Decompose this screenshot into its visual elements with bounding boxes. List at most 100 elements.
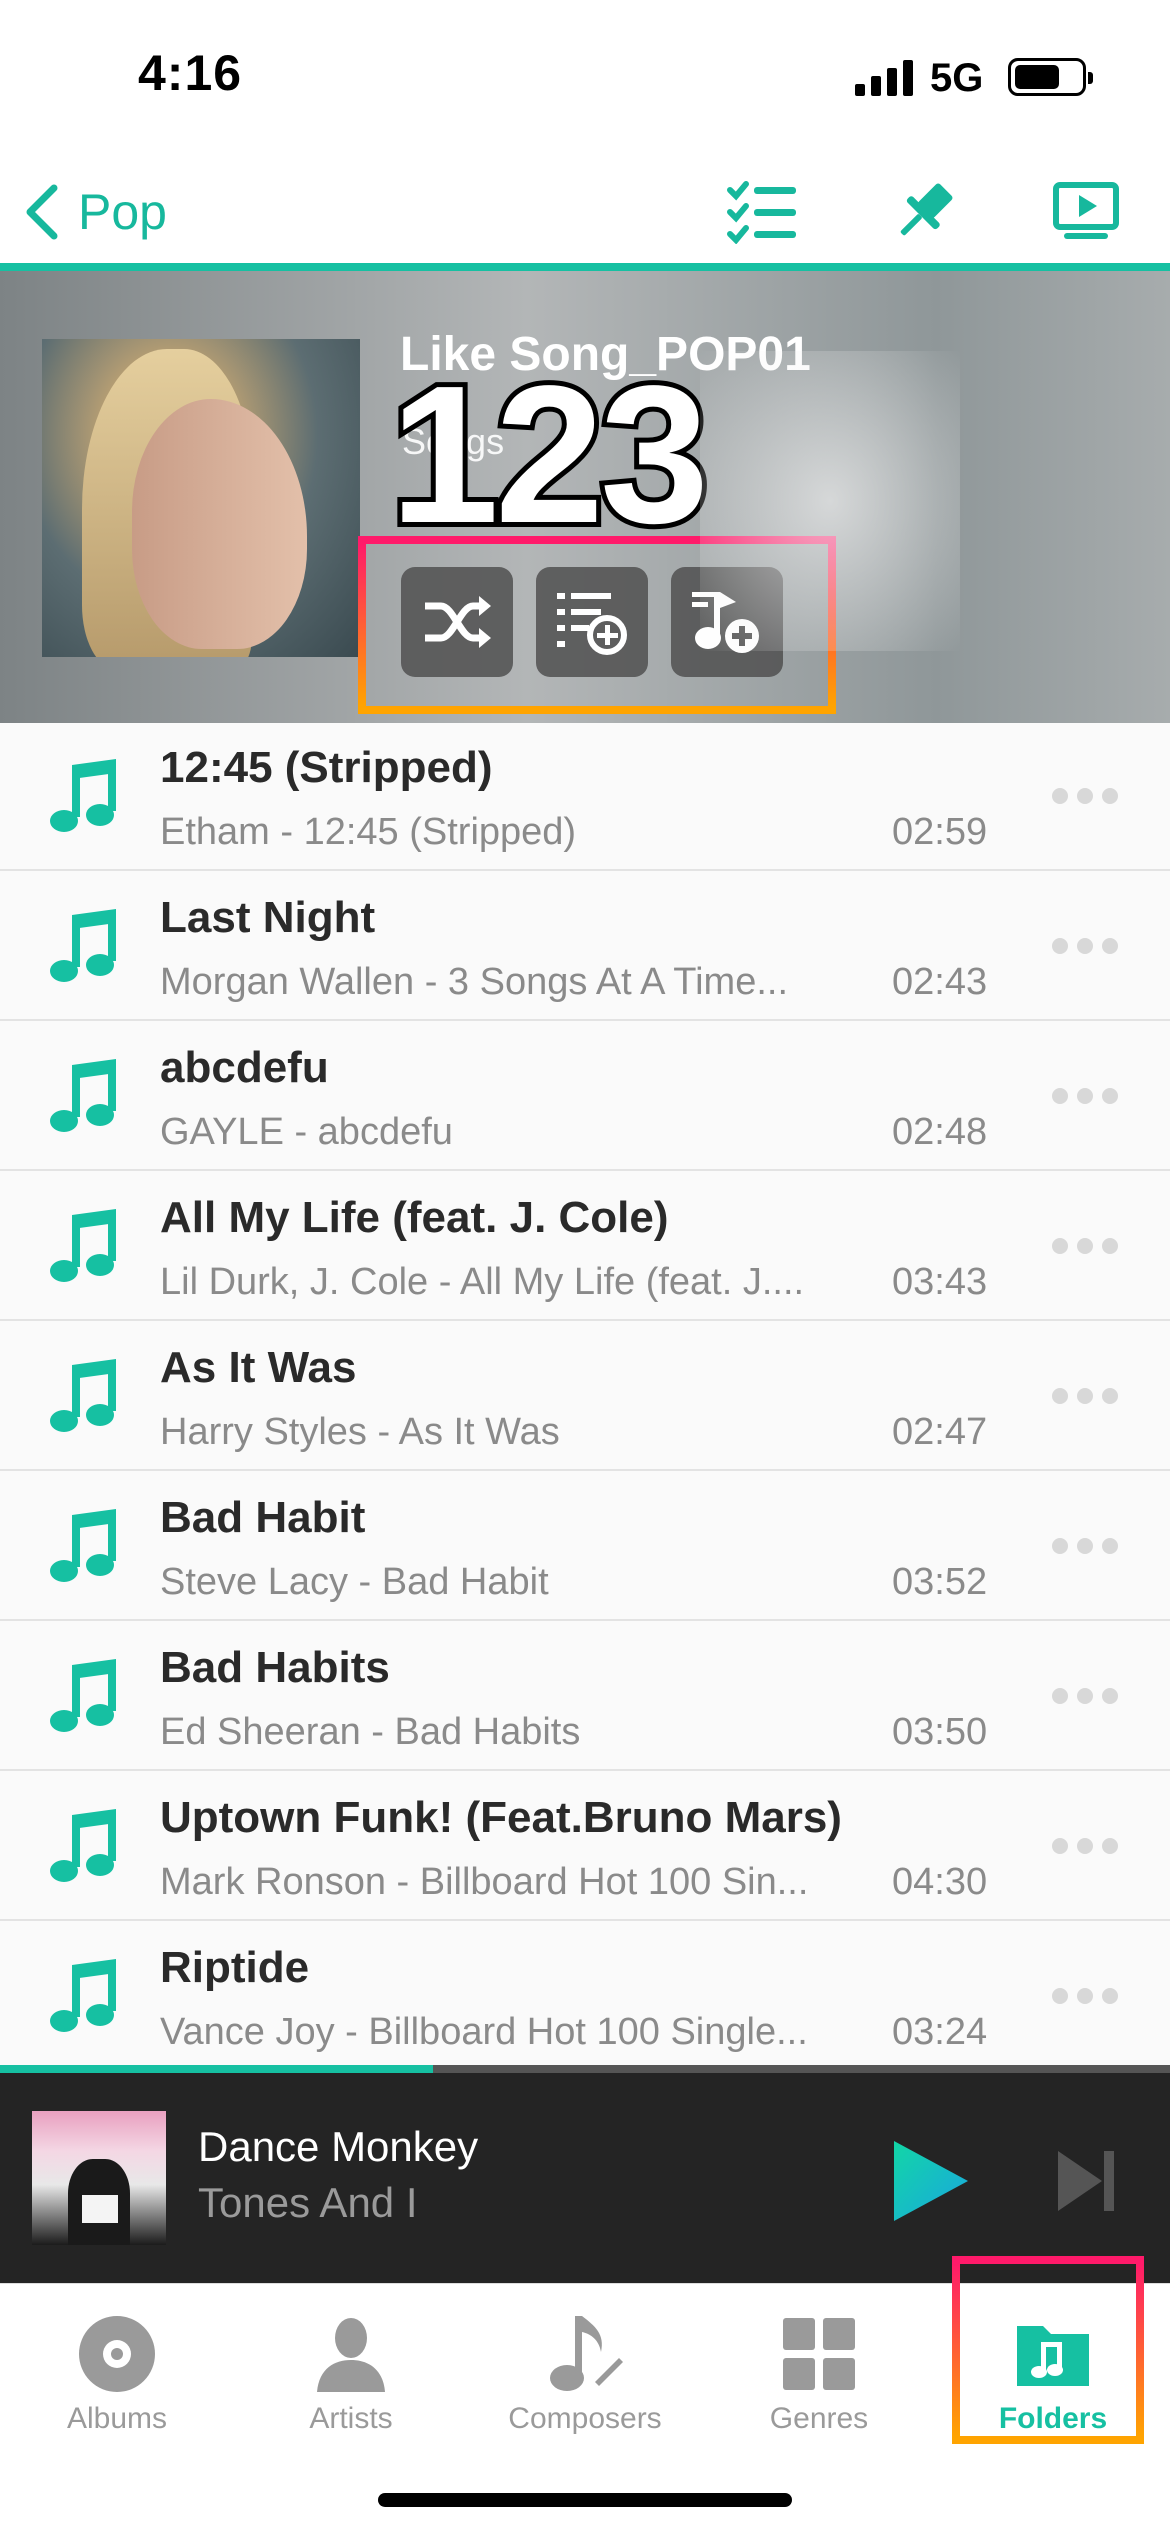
shuffle-icon (425, 596, 491, 648)
pin-icon (900, 183, 953, 236)
song-title: Riptide (160, 1943, 310, 1992)
song-title: All My Life (feat. J. Cole) (160, 1193, 669, 1242)
add-to-queue-button[interactable] (536, 567, 648, 677)
person-icon (317, 2318, 385, 2392)
music-note-icon (50, 1959, 116, 2032)
song-row[interactable]: Last Night Morgan Wallen - 3 Songs At A T… (0, 871, 1170, 1021)
song-row[interactable]: All My Life (feat. J. Cole) Lil Durk, J. … (0, 1171, 1170, 1321)
song-subtitle: Etham - 12:45 (Stripped) (160, 811, 577, 853)
more-options-icon[interactable] (1052, 1081, 1132, 1111)
network-label: 5G (930, 56, 984, 100)
status-time: 4:16 (138, 45, 243, 101)
song-row[interactable]: abcdefu GAYLE - abcdefu 02:48 (0, 1021, 1170, 1171)
song-subtitle: Mark Ronson - Billboard Hot 100 Sin... (160, 1861, 809, 1903)
song-list[interactable]: 12:45 (Stripped) Etham - 12:45 (Stripped)… (0, 723, 1170, 2065)
music-note-icon (50, 909, 116, 982)
tab-label-artists: Artists (309, 2402, 393, 2435)
song-title: abcdefu (160, 1043, 329, 1092)
song-duration: 03:24 (892, 2011, 988, 2053)
now-playing-art[interactable] (32, 2111, 166, 2245)
song-title: 12:45 (Stripped) (160, 743, 493, 792)
song-row[interactable]: 12:45 (Stripped) Etham - 12:45 (Stripped)… (0, 723, 1170, 871)
song-row[interactable]: Bad Habits Ed Sheeran - Bad Habits 03:50 (0, 1621, 1170, 1771)
battery-icon (1008, 58, 1093, 96)
song-title: Last Night (160, 893, 376, 942)
pin-button[interactable] (884, 174, 964, 250)
more-options-icon[interactable] (1052, 781, 1132, 811)
album-art[interactable] (42, 339, 360, 657)
count-overlay: 123 (385, 345, 714, 564)
song-duration: 03:52 (892, 1561, 988, 1603)
nav-bar: Pop (0, 160, 1170, 264)
tab-label-genres: Genres (769, 2402, 869, 2435)
song-duration: 03:50 (892, 1711, 988, 1753)
song-title: As It Was (160, 1343, 357, 1392)
music-note-icon (50, 1659, 116, 1732)
more-options-icon[interactable] (1052, 1531, 1132, 1561)
song-title: Bad Habit (160, 1493, 366, 1542)
tab-composers[interactable]: Composers (468, 2298, 702, 2458)
more-options-icon[interactable] (1052, 1381, 1132, 1411)
playback-progress[interactable] (0, 2065, 1170, 2073)
back-button[interactable]: Pop (22, 172, 167, 252)
song-subtitle: Morgan Wallen - 3 Songs At A Time... (160, 961, 789, 1003)
song-subtitle: GAYLE - abcdefu (160, 1111, 453, 1153)
music-note-icon (50, 1809, 116, 1882)
song-row[interactable]: Bad Habit Steve Lacy - Bad Habit 03:52 (0, 1471, 1170, 1621)
song-duration: 02:47 (892, 1411, 988, 1453)
back-label: Pop (78, 184, 167, 240)
music-note-icon (50, 759, 116, 832)
tab-artists[interactable]: Artists (234, 2298, 468, 2458)
playlist-header: Like Song_POP01 Songs 123 (0, 271, 1170, 723)
song-subtitle: Lil Durk, J. Cole - All My Life (feat. J… (160, 1261, 805, 1303)
grid-icon (783, 2318, 855, 2390)
tab-label-composers: Composers (508, 2402, 662, 2435)
shuffle-button[interactable] (401, 567, 513, 677)
song-title: Uptown Funk! (Feat.Bruno Mars) (160, 1793, 842, 1842)
now-playing-screen-button[interactable] (1046, 174, 1126, 250)
song-subtitle: Vance Joy - Billboard Hot 100 Single... (160, 2011, 808, 2053)
album-icon (79, 2316, 155, 2392)
now-playing-title: Dance Monkey (198, 2123, 479, 2170)
song-row[interactable]: As It Was Harry Styles - As It Was 02:47 (0, 1321, 1170, 1471)
play-screen-icon (1053, 182, 1119, 239)
nav-divider (0, 263, 1170, 271)
cellular-signal-icon (855, 60, 913, 96)
song-row[interactable]: Riptide Vance Joy - Billboard Hot 100 Sin… (0, 1921, 1170, 2065)
folders-tab-highlight (952, 2256, 1144, 2444)
chevron-left-icon (26, 184, 58, 240)
more-options-icon[interactable] (1052, 931, 1132, 961)
checklist-icon (727, 181, 796, 244)
song-duration: 02:59 (892, 811, 988, 853)
tab-albums[interactable]: Albums (0, 2298, 234, 2458)
music-note-icon (50, 1359, 116, 1432)
music-note-icon (50, 1209, 116, 1282)
playback-progress-fill (0, 2065, 433, 2073)
music-note-icon (50, 1059, 116, 1132)
skip-next-icon[interactable] (1056, 2149, 1118, 2213)
more-options-icon[interactable] (1052, 1981, 1132, 2011)
add-to-queue-icon (557, 593, 627, 655)
more-options-icon[interactable] (1052, 1681, 1132, 1711)
song-row[interactable]: Uptown Funk! (Feat.Bruno Mars) Mark Ronso… (0, 1771, 1170, 1921)
composer-icon (550, 2316, 623, 2391)
home-indicator[interactable] (378, 2493, 792, 2507)
more-options-icon[interactable] (1052, 1831, 1132, 1861)
status-bar: 4:16 5G (0, 0, 1170, 160)
add-song-icon (692, 592, 759, 653)
tab-label-albums: Albums (66, 2402, 168, 2435)
song-duration: 02:48 (892, 1111, 988, 1153)
music-note-icon (50, 1509, 116, 1582)
add-song-button[interactable] (671, 567, 783, 677)
song-subtitle: Harry Styles - As It Was (160, 1411, 560, 1453)
mini-player[interactable]: Dance Monkey Tones And I (0, 2073, 1170, 2283)
tab-genres[interactable]: Genres (702, 2298, 936, 2458)
play-icon[interactable] (890, 2139, 970, 2223)
song-title: Bad Habits (160, 1643, 390, 1692)
select-list-button[interactable] (722, 174, 802, 250)
song-duration: 04:30 (892, 1861, 988, 1903)
song-subtitle: Ed Sheeran - Bad Habits (160, 1711, 581, 1753)
song-subtitle: Steve Lacy - Bad Habit (160, 1561, 549, 1603)
song-duration: 02:43 (892, 961, 988, 1003)
more-options-icon[interactable] (1052, 1231, 1132, 1261)
